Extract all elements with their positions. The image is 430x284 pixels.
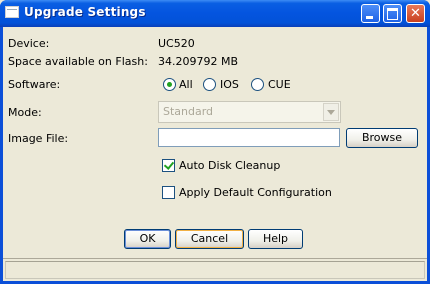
- auto-disk-cleanup-checkbox[interactable]: [162, 159, 175, 172]
- device-label: Device:: [8, 37, 50, 50]
- chevron-down-icon[interactable]: [323, 103, 339, 121]
- software-cue-label[interactable]: CUE: [268, 78, 291, 91]
- mode-select[interactable]: Standard: [158, 101, 341, 123]
- auto-disk-cleanup-label[interactable]: Auto Disk Cleanup: [179, 159, 280, 172]
- close-icon: ✕: [410, 6, 421, 21]
- dialog-body: Device: UC520 Space available on Flash: …: [3, 27, 427, 281]
- ok-button[interactable]: OK: [124, 229, 171, 249]
- device-value: UC520: [158, 37, 195, 50]
- mode-label: Mode:: [8, 106, 42, 119]
- upgrade-settings-window: Upgrade Settings ✕ Device: UC520 Space a…: [0, 0, 430, 284]
- close-button[interactable]: ✕: [406, 4, 425, 23]
- cancel-button[interactable]: Cancel: [175, 229, 244, 249]
- software-all-label[interactable]: All: [179, 78, 193, 91]
- software-all-radio[interactable]: [163, 78, 176, 91]
- window-title: Upgrade Settings: [24, 5, 146, 19]
- flash-space-value: 34.209792 MB: [158, 55, 239, 68]
- flash-space-label: Space available on Flash:: [8, 55, 148, 68]
- status-bar: [3, 258, 427, 281]
- minimize-button[interactable]: [361, 4, 380, 23]
- window-icon: [5, 6, 19, 18]
- software-label: Software:: [8, 78, 61, 91]
- maximize-button[interactable]: [383, 4, 402, 23]
- title-bar[interactable]: Upgrade Settings ✕: [0, 0, 430, 27]
- software-cue-radio[interactable]: [251, 78, 264, 91]
- software-ios-radio[interactable]: [203, 78, 216, 91]
- apply-default-config-checkbox[interactable]: [162, 186, 175, 199]
- image-file-label: Image File:: [8, 132, 69, 145]
- help-button[interactable]: Help: [248, 229, 303, 249]
- apply-default-config-label[interactable]: Apply Default Configuration: [179, 186, 332, 199]
- browse-button[interactable]: Browse: [346, 128, 418, 148]
- mode-select-value: Standard: [163, 105, 214, 118]
- image-file-input[interactable]: [158, 128, 340, 147]
- software-ios-label[interactable]: IOS: [220, 78, 239, 91]
